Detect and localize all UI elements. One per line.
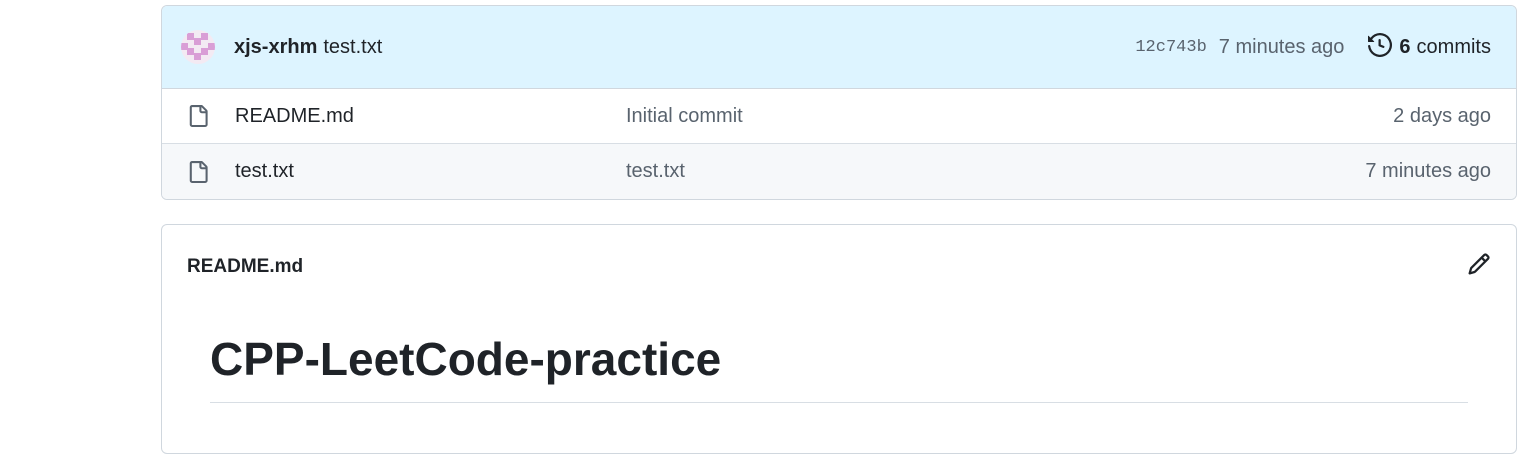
commit-author-link[interactable]: xjs-xrhm xyxy=(234,36,317,59)
commit-message-link[interactable]: test.txt xyxy=(323,36,382,59)
file-age: 2 days ago xyxy=(1393,104,1491,127)
commit-count-label: commits xyxy=(1416,35,1491,58)
avatar[interactable] xyxy=(181,30,215,64)
history-icon xyxy=(1368,32,1399,62)
commit-count: 6 xyxy=(1399,35,1411,58)
file-icon xyxy=(187,160,211,184)
file-row: test.txt test.txt 7 minutes ago xyxy=(162,144,1516,199)
file-commit-message-link[interactable]: test.txt xyxy=(626,160,1365,183)
readme-content: CPP-LeetCode-practice xyxy=(162,308,1516,403)
pencil-icon xyxy=(1467,252,1491,281)
latest-commit-bar: xjs-xrhm test.txt 12c743b 7 minutes ago … xyxy=(162,6,1516,89)
file-commit-message-link[interactable]: Initial commit xyxy=(626,105,1393,128)
commit-time: 7 minutes ago xyxy=(1218,35,1345,58)
file-browser: xjs-xrhm test.txt 12c743b 7 minutes ago … xyxy=(161,5,1517,200)
readme-header: README.md xyxy=(162,225,1516,308)
file-icon xyxy=(187,104,211,128)
commit-history-link[interactable]: 6 commits xyxy=(1368,32,1491,62)
file-name-link[interactable]: test.txt xyxy=(235,160,626,183)
commit-sha-link[interactable]: 12c743b xyxy=(1135,38,1206,57)
readme-heading: CPP-LeetCode-practice xyxy=(210,332,1468,403)
readme-panel: README.md CPP-LeetCode-practice xyxy=(161,224,1517,454)
file-age: 7 minutes ago xyxy=(1365,160,1491,182)
file-row: README.md Initial commit 2 days ago xyxy=(162,89,1516,144)
file-name-link[interactable]: README.md xyxy=(235,105,626,128)
edit-readme-button[interactable] xyxy=(1467,252,1491,281)
readme-filename: README.md xyxy=(187,255,304,277)
